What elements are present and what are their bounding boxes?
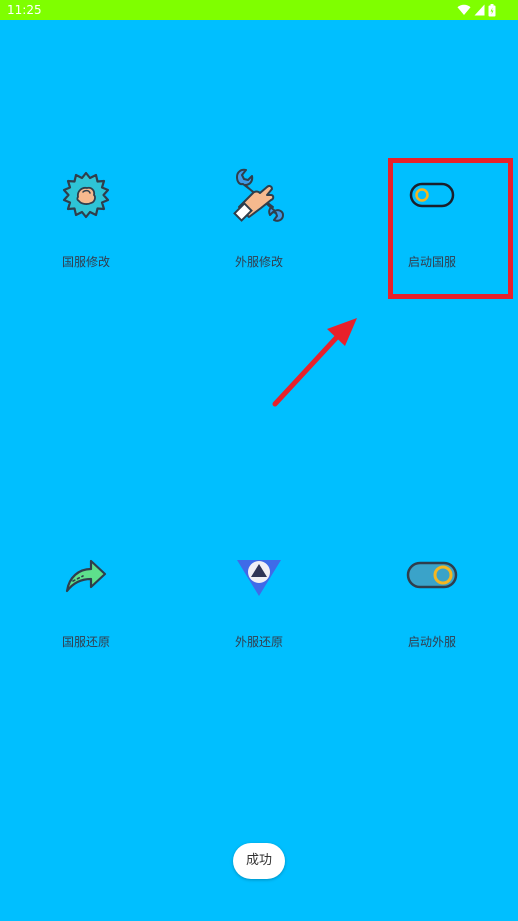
highlight-box [388,158,513,299]
annotation-arrow [272,318,357,407]
gear-hand-icon [56,165,116,225]
triangle-logo-icon [229,545,289,605]
grid-item-label: 国服修改 [61,255,110,269]
grid-item-label: 外服修改 [234,255,283,269]
grid-item-label: 国服还原 [61,635,110,649]
grid-item-launch-intl[interactable]: 启动外服 [372,545,492,695]
grid-item-cn-modify[interactable]: 国服修改 [26,165,146,315]
grid-item-label: 外服还原 [234,635,283,649]
status-bar: 11:25 [0,0,518,20]
grid-item-intl-modify[interactable]: 外服修改 [199,165,319,315]
wrench-hand-icon [229,165,289,225]
battery-icon [488,3,496,16]
status-time: 11:25 [7,3,42,17]
share-arrow-icon [56,545,116,605]
toggle-on-icon [402,545,462,605]
grid-item-cn-restore[interactable]: 国服还原 [26,545,146,695]
wifi-icon [457,4,471,16]
status-icons [457,3,496,17]
signal-icon [474,4,485,16]
grid-item-label: 启动外服 [407,635,456,649]
success-toast: 成功 [233,843,285,879]
grid-item-intl-restore[interactable]: 外服还原 [199,545,319,695]
